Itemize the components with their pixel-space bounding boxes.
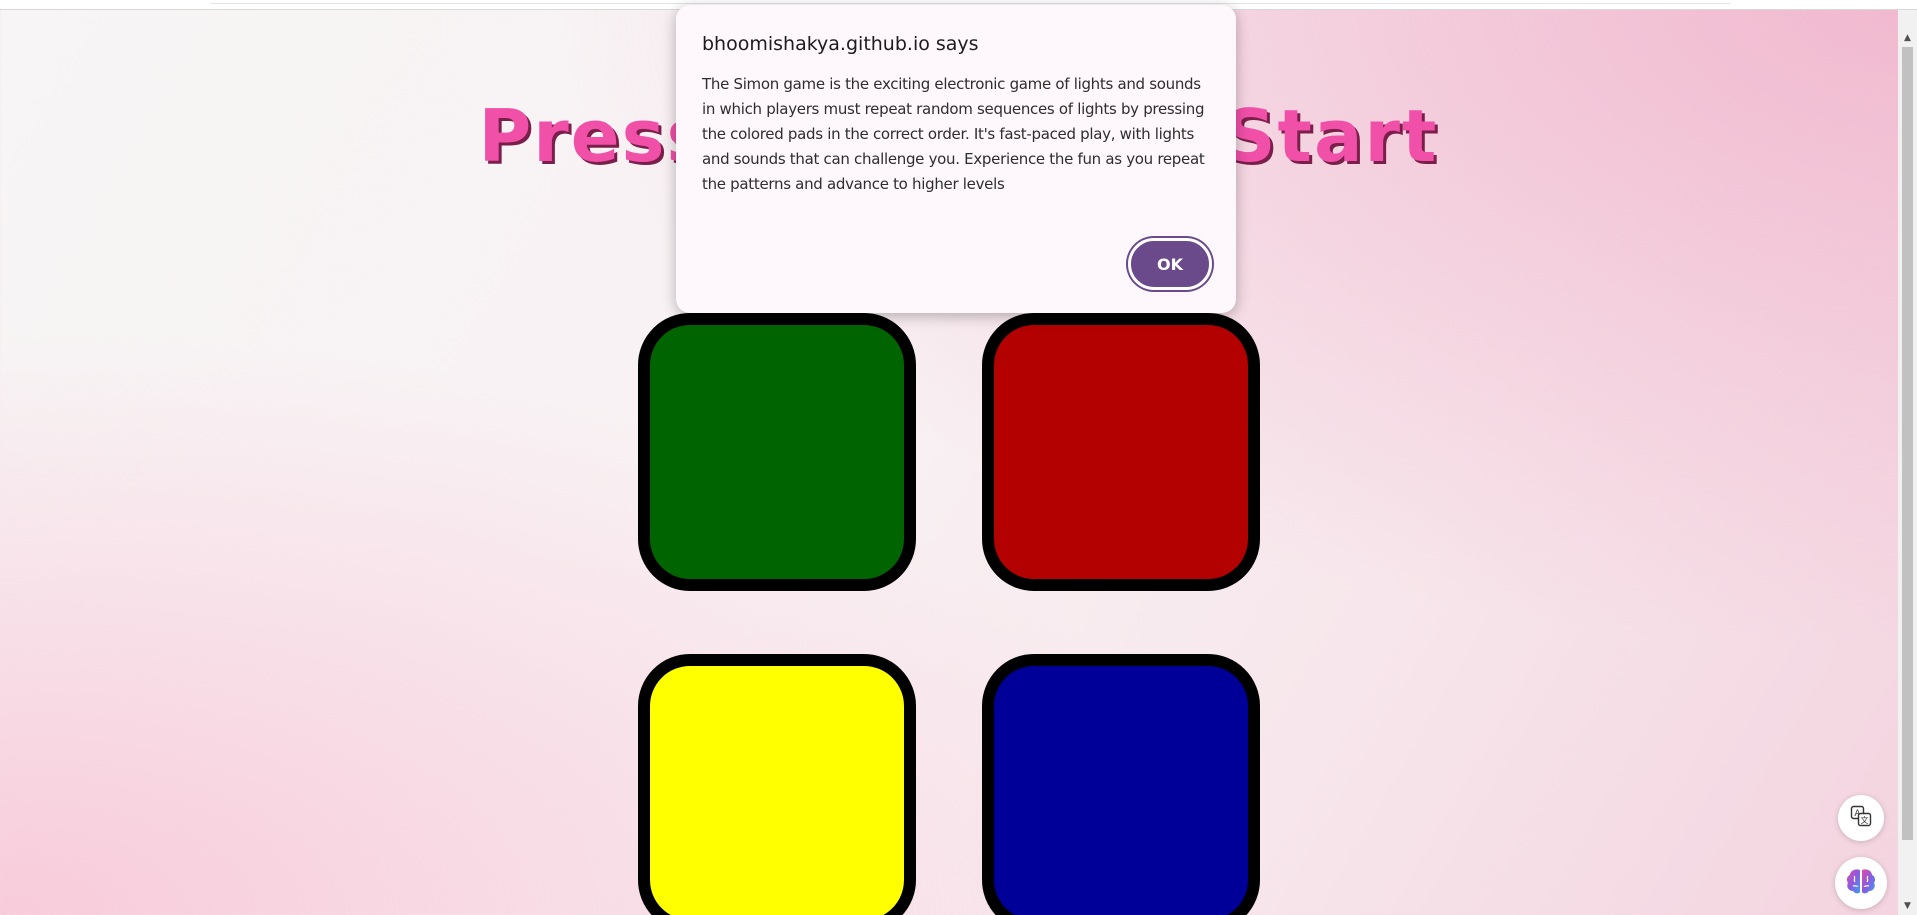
red-pad[interactable] [982, 313, 1260, 591]
yellow-pad[interactable] [638, 654, 916, 915]
green-pad[interactable] [638, 313, 916, 591]
blue-pad[interactable] [982, 654, 1260, 915]
top-strip-divider [210, 0, 1730, 4]
svg-text:文: 文 [1861, 815, 1869, 825]
brain-icon [1845, 867, 1877, 899]
scroll-down-arrow-icon[interactable]: ▼ [1898, 898, 1917, 915]
ok-button[interactable]: OK [1128, 238, 1212, 290]
translate-icon: A 文 [1850, 805, 1872, 831]
translate-button[interactable]: A 文 [1838, 795, 1884, 841]
vertical-scrollbar[interactable]: ▲ ▼ [1898, 10, 1917, 915]
scroll-up-arrow-icon[interactable]: ▲ [1898, 30, 1917, 47]
brain-extension-button[interactable] [1835, 857, 1887, 909]
dialog-title: bhoomishakya.github.io says [702, 33, 979, 55]
alert-dialog: bhoomishakya.github.io says The Simon ga… [676, 5, 1236, 313]
dialog-message: The Simon game is the exciting electroni… [702, 75, 1205, 193]
scrollbar-thumb[interactable] [1902, 47, 1913, 840]
